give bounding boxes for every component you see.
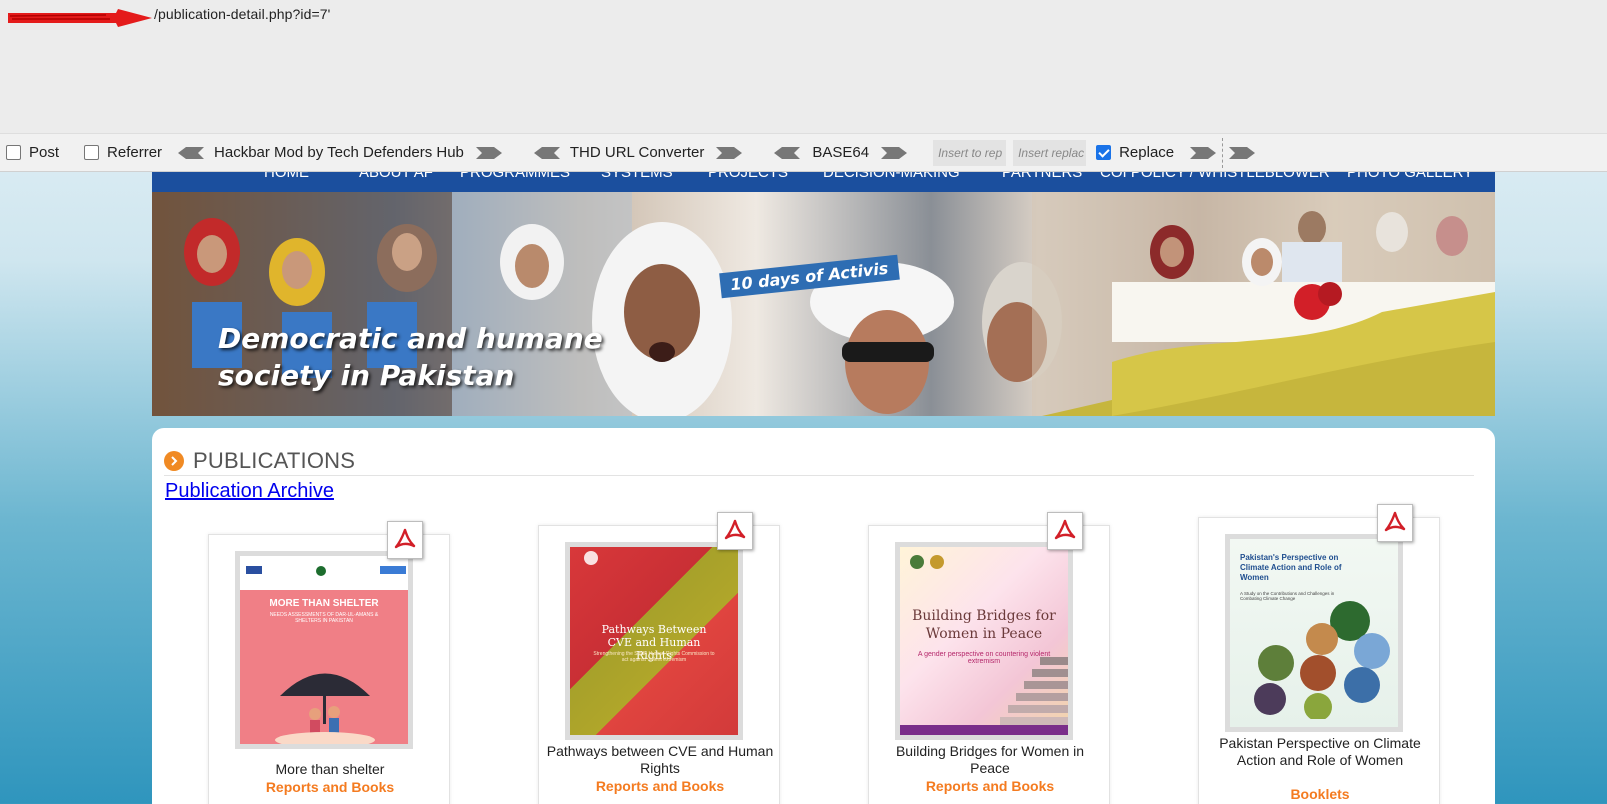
referrer-label: Referrer [107, 144, 163, 161]
post-checkbox[interactable] [6, 145, 21, 160]
publication-card[interactable]: Pakistan's Perspective on Climate Action… [1198, 504, 1440, 804]
pdf-icon[interactable] [717, 512, 753, 550]
referrer-toggle[interactable]: Referrer [84, 144, 162, 161]
nav-item-coi-policy[interactable]: COI POLICY / WHISTLEBLOWER [1100, 172, 1330, 181]
publication-title[interactable]: Building Bridges for Women in Peace [875, 743, 1105, 777]
replace-input[interactable]: Insert replac [1013, 139, 1087, 166]
nav-item-home[interactable]: HOME [264, 172, 309, 181]
publication-card[interactable]: Pathways Between CVE and Human Rights St… [538, 512, 780, 804]
publication-category[interactable]: Reports and Books [545, 778, 775, 794]
pdf-icon[interactable] [1377, 504, 1413, 542]
cover-footer-band [900, 725, 1068, 735]
cover-subtitle: NEEDS ASSESSMENTS OF DAR-UL-AMANS & SHEL… [269, 612, 379, 624]
nav-item-projects[interactable]: PROJECTS [708, 172, 788, 181]
insert-input[interactable]: Insert to rep [933, 139, 1007, 166]
nav-item-decision-making[interactable]: DECISION-MAKING [823, 172, 960, 181]
publications-panel: PUBLICATIONS Publication Archive MORE TH… [152, 428, 1495, 804]
main-nav: HOME ABOUT AF PROGRAMMES SYSTEMS PROJECT… [152, 172, 1495, 192]
arrow-right-icon[interactable] [474, 145, 504, 161]
arrow-left-icon[interactable] [176, 145, 206, 161]
banner-line-2: society in Pakistan [218, 359, 515, 392]
cover-logos [246, 566, 406, 576]
publication-category[interactable]: Reports and Books [875, 778, 1105, 794]
publication-archive-link[interactable]: Publication Archive [165, 480, 334, 503]
arrow-left-icon[interactable] [532, 145, 562, 161]
publication-card[interactable]: MORE THAN SHELTER NEEDS ASSESSMENTS OF D… [208, 521, 450, 804]
referrer-checkbox[interactable] [84, 145, 100, 160]
nav-item-programmes[interactable]: PROGRAMMES [460, 172, 570, 181]
chevron-right-circle-icon [164, 450, 184, 471]
publication-category[interactable]: Booklets [1205, 786, 1435, 802]
post-label: Post [29, 144, 60, 161]
umbrella-illustration [275, 673, 375, 744]
photo-collage [1254, 601, 1390, 719]
replace-checkbox[interactable] [1096, 145, 1112, 160]
banner-line-1: Democratic and humane [218, 322, 603, 355]
publications-header: PUBLICATIONS [164, 446, 1474, 476]
cover-title: MORE THAN SHELTER [269, 598, 379, 609]
publication-cover[interactable]: MORE THAN SHELTER NEEDS ASSESSMENTS OF D… [235, 551, 413, 749]
url-text: /publication-detail.php?id=7' [154, 6, 331, 22]
arrow-right-icon[interactable] [1188, 145, 1218, 161]
replace-toggle[interactable]: Replace [1096, 144, 1174, 161]
replace-label: Replace [1119, 144, 1175, 161]
publications-heading: PUBLICATIONS [193, 447, 356, 473]
publication-title[interactable]: Pakistan Perspective on Climate Action a… [1205, 735, 1435, 769]
publication-title[interactable]: Pathways between CVE and Human Rights [545, 743, 775, 777]
cover-title: Building Bridges for Women in Peace [912, 608, 1056, 642]
publication-category[interactable]: Reports and Books [215, 779, 445, 795]
arrow-right-icon[interactable] [1227, 145, 1257, 161]
redaction-mark [8, 9, 152, 27]
publication-title[interactable]: More than shelter [215, 761, 445, 778]
hackbar-mod-label[interactable]: Hackbar Mod by Tech Defenders Hub [214, 144, 464, 161]
publication-cover[interactable]: Building Bridges for Women in Peace A ge… [895, 542, 1073, 740]
cover-title: Pakistan's Perspective on Climate Action… [1240, 553, 1342, 582]
arrow-left-icon[interactable] [772, 145, 802, 161]
pdf-icon[interactable] [1047, 512, 1083, 550]
url-converter-label[interactable]: THD URL Converter [570, 144, 704, 161]
post-toggle[interactable]: Post [6, 144, 59, 161]
hackbar-toolbar: Post Referrer Hackbar Mod by Tech Defend… [0, 134, 1607, 172]
pdf-icon[interactable] [387, 521, 423, 559]
arrow-right-icon[interactable] [714, 145, 744, 161]
nav-item-partners[interactable]: PARTNERS [1002, 172, 1082, 181]
arrow-right-icon[interactable] [879, 145, 909, 161]
nav-item-photo-gallery[interactable]: PHOTO GALLERY [1347, 172, 1473, 181]
publication-cover[interactable]: Pakistan's Perspective on Climate Action… [1225, 534, 1403, 732]
hackbar-url-textarea[interactable]: /publication-detail.php?id=7' [0, 0, 1607, 134]
cover-logos [910, 555, 944, 569]
nav-item-systems[interactable]: SYSTEMS [601, 172, 673, 181]
publication-cover[interactable]: Pathways Between CVE and Human Rights St… [565, 542, 743, 740]
toolbar-divider [1222, 137, 1224, 168]
hero-banner: 10 days of Activis Democratic and humane… [152, 192, 1495, 416]
banner-headline: Democratic and humane society in Pakista… [218, 320, 603, 394]
cover-emblem [584, 551, 598, 565]
base64-label[interactable]: BASE64 [812, 144, 869, 161]
publication-card[interactable]: Building Bridges for Women in Peace A ge… [868, 512, 1110, 804]
nav-item-about[interactable]: ABOUT AF [359, 172, 433, 181]
cover-subtitle: Strengthening the Sindh Human Rights Com… [593, 651, 715, 663]
